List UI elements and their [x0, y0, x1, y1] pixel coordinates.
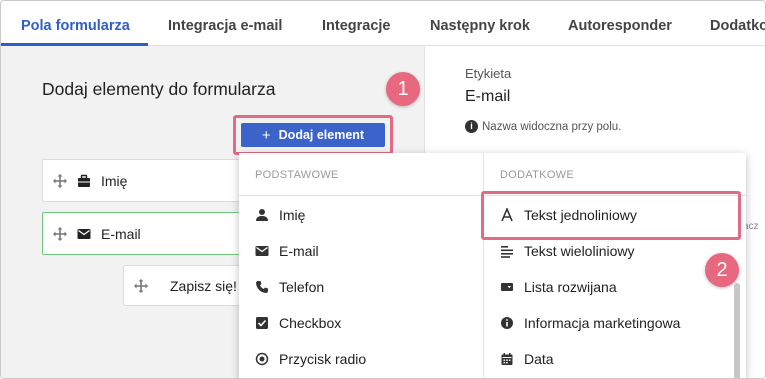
menu-item-label: E-mail [279, 243, 319, 259]
label-input[interactable]: E-mail [465, 88, 510, 106]
menu-item-label: Przycisk radio [279, 351, 367, 367]
app-frame: Pola formularza Integracja e-mail Integr… [0, 0, 766, 379]
checkbox-icon [256, 317, 268, 329]
menu-item-label: Checkbox [279, 315, 342, 331]
plus-icon: + [261, 126, 271, 144]
submit-button-card[interactable]: Zapisz się! [123, 265, 247, 306]
phone-icon [256, 281, 268, 293]
section-title: Dodaj elementy do formularza [42, 79, 276, 99]
add-element-highlight: + Dodaj element [233, 115, 393, 155]
menu-item-label: Imię [279, 207, 306, 223]
menu-item-name[interactable]: Imię [255, 197, 305, 233]
menu-item-label: Telefon [279, 279, 325, 295]
add-element-label: Dodaj element [278, 128, 365, 142]
menu-item-date[interactable]: Data [500, 341, 554, 377]
menu-item-label: Lista rozwijana [524, 279, 617, 295]
menu-item-marketing-info[interactable]: Informacja marketingowa [500, 305, 680, 341]
add-element-menu: PODSTAWOWE DODATKOWE Imię E-mail Telefon [239, 153, 746, 378]
tab-additional[interactable]: Dodatko [710, 1, 765, 46]
add-element-button[interactable]: + Dodaj element [241, 123, 385, 147]
tab-email-integration[interactable]: Integracja e-mail [168, 1, 282, 46]
menu-item-dropdown-list[interactable]: Lista rozwijana [500, 269, 617, 305]
menu-item-label: Tekst wieloliniowy [524, 243, 635, 259]
briefcase-icon [78, 174, 90, 187]
extra-section-header: DODATKOWE [484, 153, 746, 196]
form-field-name[interactable]: Imię [42, 159, 247, 202]
person-icon [256, 209, 268, 221]
field-label: Imię [101, 172, 128, 189]
info-icon [501, 317, 513, 329]
menu-item-email[interactable]: E-mail [255, 233, 319, 269]
submit-label: Zapisz się! [170, 277, 237, 294]
tab-integrations[interactable]: Integracje [322, 1, 391, 46]
form-field-email[interactable]: E-mail [42, 212, 247, 255]
tab-bar: Pola formularza Integracja e-mail Integr… [1, 1, 765, 46]
hint-text: Nazwa widoczna przy polu. [482, 120, 622, 133]
menu-item-checkbox[interactable]: Checkbox [255, 305, 341, 341]
menu-item-radio[interactable]: Przycisk radio [255, 341, 366, 377]
drag-handle-icon[interactable] [134, 278, 148, 293]
multiline-icon [501, 246, 513, 258]
field-label: E-mail [101, 225, 141, 242]
menu-item-phone[interactable]: Telefon [255, 269, 324, 305]
calendar-icon [501, 353, 513, 365]
drag-handle-icon[interactable] [53, 226, 67, 241]
callout-badge-2: 2 [705, 253, 739, 287]
basic-section-header: PODSTAWOWE [239, 153, 483, 196]
info-icon: i [465, 120, 478, 133]
radio-icon [255, 352, 269, 366]
dropdown-icon [501, 283, 513, 291]
menu-scrollbar[interactable] [734, 283, 740, 378]
column-divider [483, 153, 484, 378]
tab-autoresponder[interactable]: Autoresponder [568, 1, 672, 46]
tab-form-fields[interactable]: Pola formularza [21, 1, 130, 46]
envelope-icon [77, 228, 91, 239]
drag-handle-icon[interactable] [53, 173, 67, 188]
menu-item-label: Informacja marketingowa [524, 315, 681, 331]
single-line-text-highlight [481, 191, 741, 240]
menu-item-label: Data [524, 351, 554, 367]
label-caption: Etykieta [465, 66, 512, 81]
tab-next-step[interactable]: Następny krok [430, 1, 530, 46]
label-hint: i Nazwa widoczna przy polu. [465, 120, 621, 133]
callout-badge-1: 1 [386, 72, 420, 106]
envelope-icon [255, 246, 269, 256]
